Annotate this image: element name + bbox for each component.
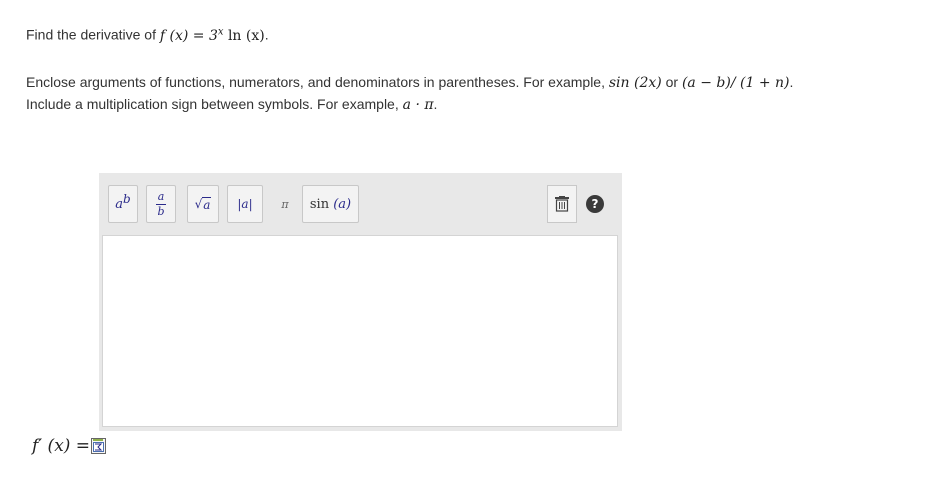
absolute-value-button[interactable]: | a |	[227, 185, 263, 223]
question-text: Find the derivative of f (x) = 3x ln (x)…	[26, 26, 269, 44]
instructions-line-1: Enclose arguments of functions, numerato…	[26, 74, 794, 91]
sqrt-icon: √	[194, 197, 203, 211]
question-prefix: Find the derivative of	[26, 26, 160, 43]
question-function: f (x) = 3x ln (x)	[159, 26, 265, 44]
answer-label: f′ (x) =	[32, 436, 91, 456]
trash-button[interactable]	[547, 185, 577, 223]
power-button[interactable]: ab	[108, 185, 138, 223]
math-entry-icon[interactable]	[91, 438, 107, 454]
answer-line: f′ (x) =	[32, 436, 107, 456]
math-editor: ab a b √ a | a | π sin (a) ?	[99, 173, 622, 431]
help-icon[interactable]: ?	[586, 195, 604, 213]
fraction-button[interactable]: a b	[146, 185, 176, 223]
sqrt-button[interactable]: √ a	[187, 185, 219, 223]
instructions: Enclose arguments of functions, numerato…	[26, 72, 793, 116]
pi-button[interactable]: π	[269, 185, 301, 223]
answer-input-area[interactable]	[102, 235, 618, 427]
math-toolbar: ab a b √ a | a | π sin (a) ?	[99, 173, 622, 233]
example-sin: sin (2x)	[608, 75, 662, 91]
sin-button[interactable]: sin (a)	[302, 185, 359, 223]
example-fraction: (a − b)/ (1 + n)	[681, 75, 790, 91]
example-product: a · π	[402, 97, 434, 113]
trash-icon	[555, 196, 569, 212]
instructions-line-2: Include a multiplication sign between sy…	[26, 96, 438, 113]
